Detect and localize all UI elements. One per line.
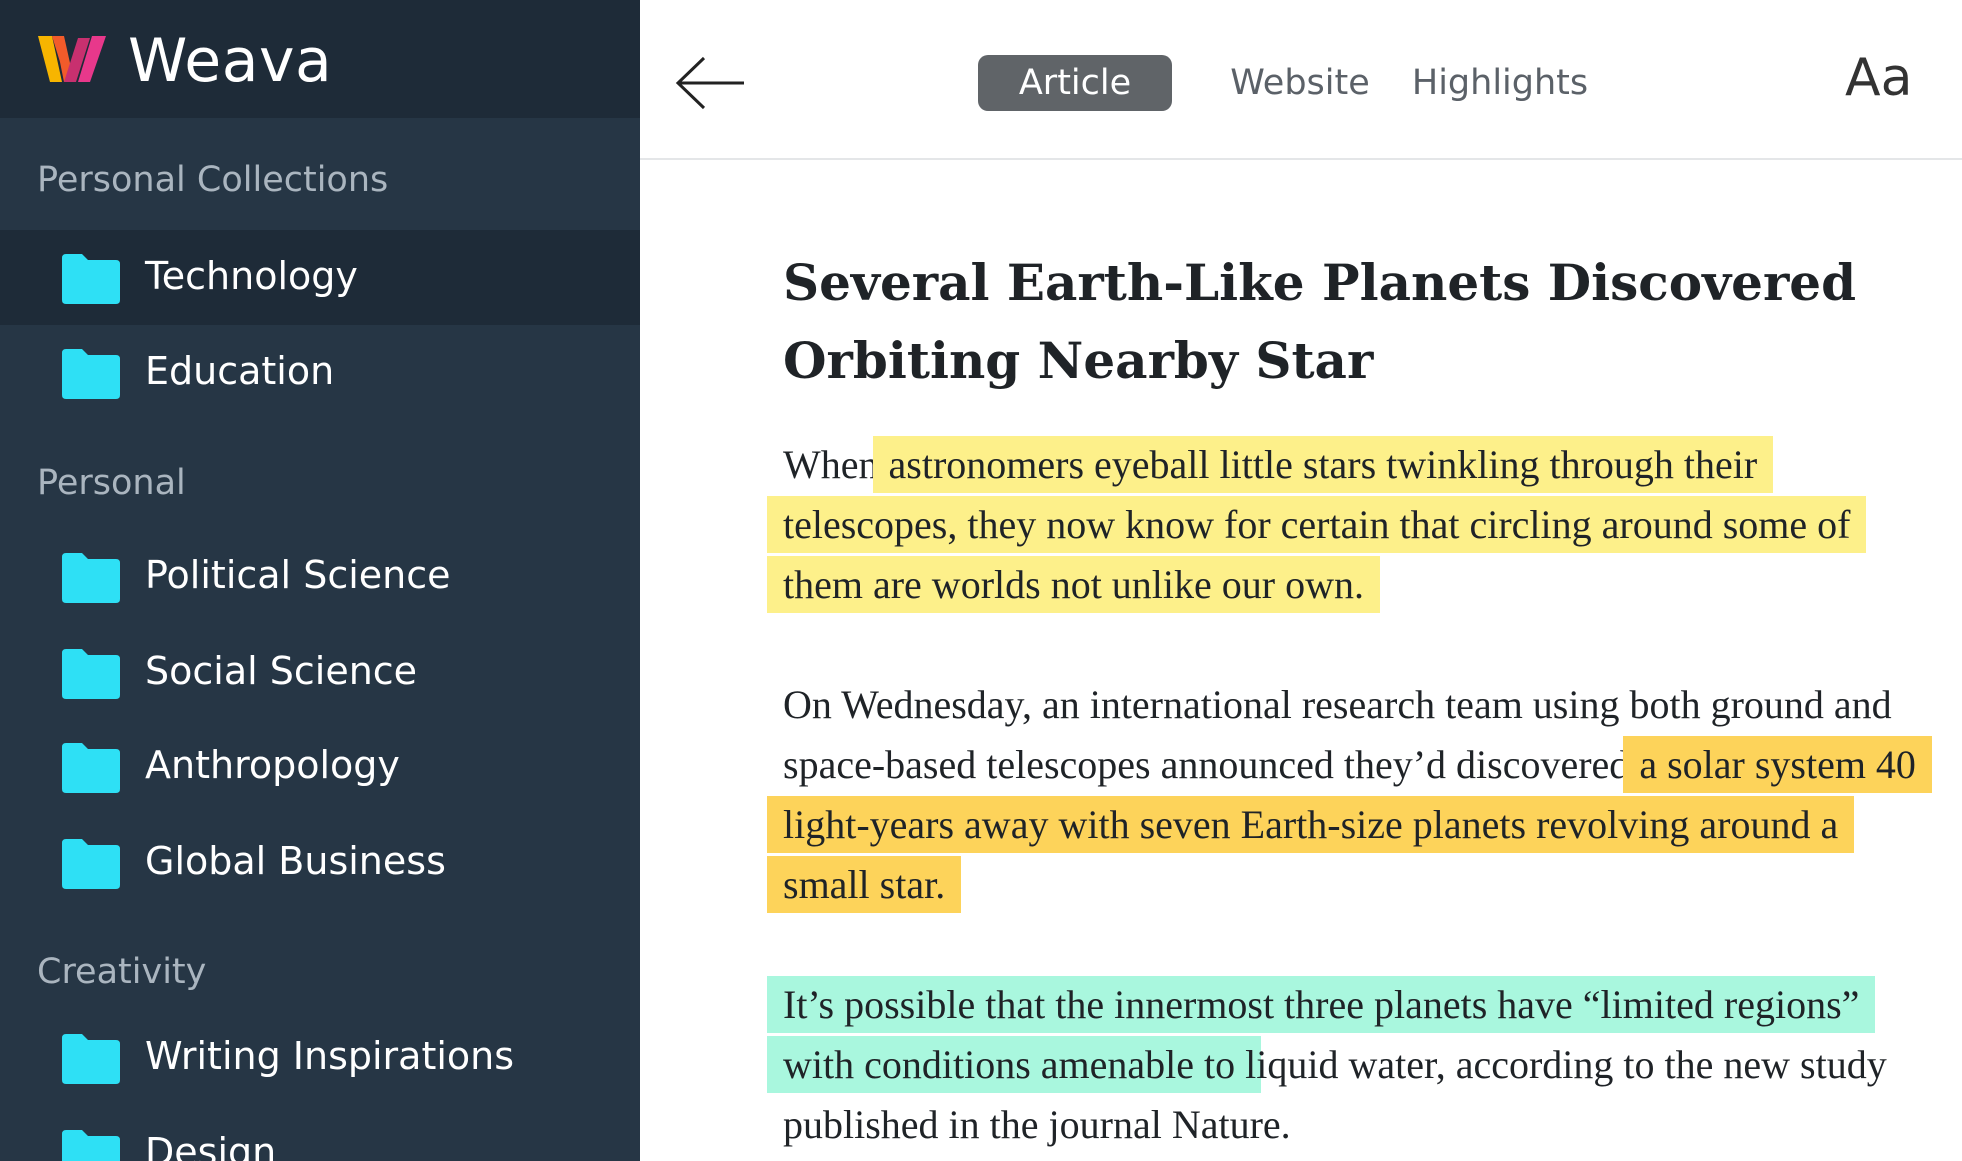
- sidebar-item-writing-inspirations[interactable]: Writing Inspirations: [0, 1010, 640, 1105]
- sidebar-item-anthropology[interactable]: Anthropology: [0, 719, 640, 814]
- sidebar-item-label: Social Science: [145, 649, 418, 693]
- sidebar: Weava Personal Collections Technology Ed…: [0, 0, 640, 1161]
- back-arrow-icon[interactable]: [674, 52, 746, 114]
- folder-icon: [62, 1034, 120, 1084]
- sidebar-item-label: Education: [145, 349, 335, 393]
- sidebar-item-political-science[interactable]: Political Science: [0, 529, 640, 624]
- sidebar-item-technology[interactable]: Technology: [0, 230, 640, 325]
- sidebar-item-label: Technology: [145, 254, 358, 298]
- article-title: Several Earth-Like Planets Discovered Or…: [783, 253, 1857, 390]
- sidebar-item-education[interactable]: Education: [0, 325, 640, 420]
- folder-icon: [62, 839, 120, 889]
- article-paragraph-1: When astronomers eyeball little stars tw…: [767, 435, 1923, 615]
- sidebar-item-global-business[interactable]: Global Business: [0, 815, 640, 910]
- tab-website[interactable]: Website: [1225, 55, 1375, 111]
- article-paragraph-2: On Wednesday, an international research …: [767, 675, 1932, 915]
- folder-icon: [62, 743, 120, 793]
- sidebar-item-social-science[interactable]: Social Science: [0, 625, 640, 720]
- folder-icon: [62, 553, 120, 603]
- section-title-personal: Personal: [37, 463, 186, 503]
- brand-header: Weava: [0, 0, 640, 118]
- sidebar-item-label: Global Business: [145, 839, 446, 883]
- sidebar-item-label: Political Science: [145, 553, 451, 597]
- sidebar-item-design[interactable]: Design: [0, 1106, 640, 1161]
- font-settings-button[interactable]: Aa: [1845, 48, 1912, 108]
- folder-icon: [62, 349, 120, 399]
- app-name: Weava: [128, 26, 333, 96]
- article-view: Several Earth-Like Planets Discovered Or…: [640, 160, 1962, 1161]
- tab-highlights[interactable]: Highlights: [1410, 55, 1590, 111]
- sidebar-item-label: Design: [145, 1130, 277, 1161]
- folder-icon: [62, 1130, 120, 1161]
- sidebar-item-label: Anthropology: [145, 743, 400, 787]
- folder-icon: [62, 254, 120, 304]
- weava-logo: [38, 36, 106, 82]
- section-title-personal-collections: Personal Collections: [37, 160, 389, 200]
- section-title-creativity: Creativity: [37, 952, 207, 992]
- reader-toolbar: Article Website Highlights Aa: [640, 0, 1962, 160]
- sidebar-item-label: Writing Inspirations: [145, 1034, 515, 1078]
- article-paragraph-3: It’s possible that the innermost three p…: [767, 975, 1923, 1155]
- folder-icon: [62, 649, 120, 699]
- highlight-yellow[interactable]: astronomers eyeball little stars twinkli…: [767, 436, 1867, 613]
- tab-article[interactable]: Article: [978, 55, 1172, 111]
